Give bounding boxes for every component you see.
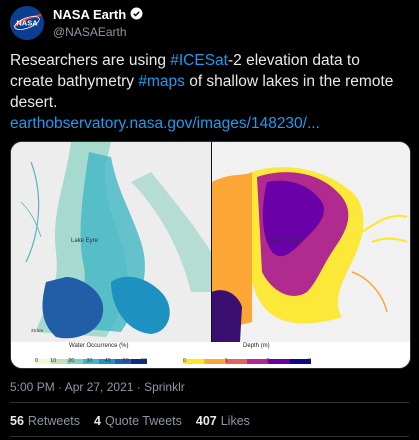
legend-tick: 0 bbox=[183, 358, 187, 364]
legend-tick: 60 bbox=[140, 358, 147, 364]
display-name[interactable]: NASA Earth bbox=[53, 7, 126, 23]
legend-tick: 2 bbox=[266, 358, 270, 364]
depth-ticks: 0 1 2 3 bbox=[183, 358, 311, 364]
retweets-count: 56 bbox=[10, 414, 24, 428]
legend-tick: 10 bbox=[50, 358, 57, 364]
legend-tick: 0 bbox=[35, 358, 39, 364]
legend-tick: 3 bbox=[307, 358, 311, 364]
legend-tick: 30 bbox=[86, 358, 93, 364]
avatar[interactable]: NASA bbox=[10, 6, 44, 40]
article-link[interactable]: earthobservatory.nasa.gov/images/148230/… bbox=[10, 115, 320, 132]
tweet-text: Researchers are using #ICESat-2 elevatio… bbox=[10, 50, 405, 134]
likes-label: Likes bbox=[220, 414, 250, 428]
handle[interactable]: @NASAEarth bbox=[53, 24, 143, 40]
retweets-label: Retweets bbox=[27, 414, 81, 428]
legend-tick: 20 bbox=[68, 358, 75, 364]
depth-legend-title: Depth (m) bbox=[243, 343, 270, 349]
lago-coipasa-label: Lago Coipasa bbox=[266, 238, 304, 244]
water-occurrence-ramp bbox=[35, 351, 148, 364]
map-legend: Water Occurrence (%) 0 10 20 30 40 50 60 Depth… bbox=[11, 342, 410, 368]
lago-coipasa-map: Lago Coipasa bbox=[212, 142, 410, 368]
divider-line bbox=[10, 436, 409, 437]
hashtag-icesat[interactable]: #ICESat bbox=[170, 52, 228, 69]
likes-stat[interactable]: 407 Likes bbox=[196, 414, 250, 428]
hashtag-maps[interactable]: #maps bbox=[138, 73, 185, 90]
water-occurrence-legend-title: Water Occurrence (%) bbox=[69, 343, 129, 349]
legend-tick: 40 bbox=[104, 358, 111, 364]
lake-eyre-label: Lake Eyre bbox=[71, 238, 99, 244]
quotes-label: Quote Tweets bbox=[104, 414, 182, 428]
legend-tick: 1 bbox=[224, 358, 228, 364]
tweet-timestamp[interactable]: 5:00 PM · Apr 27, 2021 · Sprinklr bbox=[10, 380, 185, 394]
quotes-count: 4 bbox=[94, 414, 101, 428]
legend-tick: 50 bbox=[122, 358, 129, 364]
likes-count: 407 bbox=[195, 414, 217, 428]
avatar-text: NASA bbox=[16, 19, 38, 28]
divider-line bbox=[10, 402, 409, 403]
tweet: NASA NASA Earth @NASAEarth Researchers a… bbox=[0, 0, 419, 440]
tweet-media-image[interactable]: Lake Eyre 25 km Lago Coipasa Water Occur… bbox=[10, 141, 411, 369]
tweet-stats: 56 Retweets 4 Quote Tweets 407 Likes bbox=[10, 414, 250, 428]
water-occurrence-ticks: 0 10 20 30 40 50 60 bbox=[35, 358, 147, 364]
quote-tweets-stat[interactable]: 4 Quote Tweets bbox=[94, 414, 182, 428]
tweet-header: NASA NASA Earth @NASAEarth bbox=[10, 6, 143, 40]
nasa-logo-icon: NASA bbox=[10, 6, 44, 40]
scale-bar-label: 25 km bbox=[31, 328, 44, 333]
verified-badge-icon bbox=[130, 7, 143, 24]
depth-ramp bbox=[183, 351, 312, 364]
retweets-stat[interactable]: 56 Retweets bbox=[10, 414, 80, 428]
lake-eyre-map: Lake Eyre 25 km bbox=[11, 142, 211, 368]
tweet-text-part: Researchers are using bbox=[10, 52, 171, 69]
